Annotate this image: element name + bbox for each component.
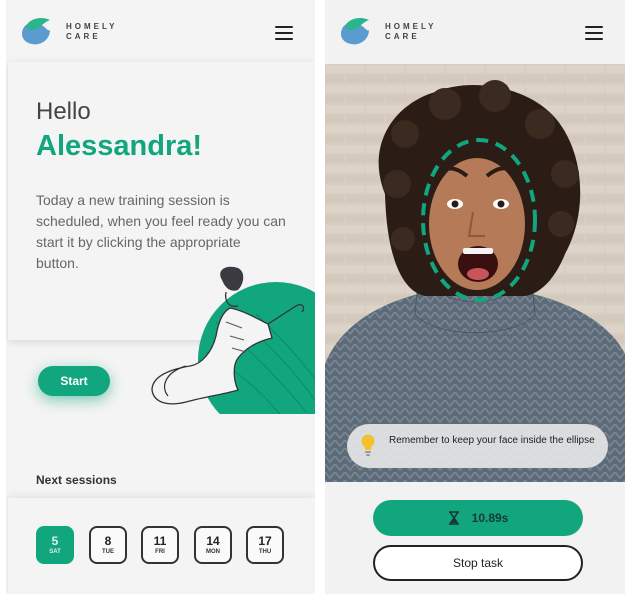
face-task-screen: HOMELY CARE Remember to keep your face i…: [325, 0, 625, 594]
homely-care-logo-icon: [341, 18, 369, 45]
brand-name: HOMELY CARE: [66, 22, 118, 41]
session-day-number: 17: [258, 534, 272, 548]
session-day-weekday: THU: [258, 549, 272, 555]
session-day-number: 8: [104, 534, 112, 548]
session-day-number: 5: [51, 534, 59, 548]
session-day-weekday: FRI: [155, 549, 165, 555]
next-sessions-title: Next sessions: [36, 473, 117, 487]
camera-preview: [325, 64, 625, 482]
homely-care-logo-icon: [22, 18, 50, 45]
hourglass-icon: [448, 511, 459, 525]
session-day-14[interactable]: 14 MON: [194, 526, 232, 564]
timer-label: 10.89s: [471, 511, 509, 525]
greeting: Hello: [36, 98, 91, 125]
user-name: Alessandra!: [36, 130, 203, 162]
app-header: HOMELY CARE: [325, 0, 625, 60]
person-illustration: [151, 266, 315, 414]
hamburger-menu-icon[interactable]: [275, 26, 293, 40]
session-day-number: 11: [153, 534, 167, 548]
stop-task-button[interactable]: Stop task: [373, 545, 583, 581]
session-day-5[interactable]: 5 SAT: [36, 526, 74, 564]
app-header: HOMELY CARE: [6, 0, 315, 60]
tip-text: Remember to keep your face inside the el…: [389, 435, 595, 446]
session-day-weekday: SAT: [49, 549, 61, 555]
session-day-weekday: TUE: [102, 549, 114, 555]
lightbulb-icon: [361, 434, 375, 456]
session-day-17[interactable]: 17 THU: [246, 526, 284, 564]
session-day-11[interactable]: 11 FRI: [141, 526, 179, 564]
home-screen: HOMELY CARE Hello Alessandra! Today a ne…: [6, 0, 315, 594]
start-button[interactable]: Start: [38, 366, 110, 396]
hamburger-menu-icon[interactable]: [585, 26, 603, 40]
session-day-number: 14: [206, 534, 220, 548]
timer-button[interactable]: 10.89s: [373, 500, 583, 536]
brand-name: HOMELY CARE: [385, 22, 437, 41]
session-day-weekday: MON: [206, 549, 220, 555]
session-day-8[interactable]: 8 TUE: [89, 526, 127, 564]
